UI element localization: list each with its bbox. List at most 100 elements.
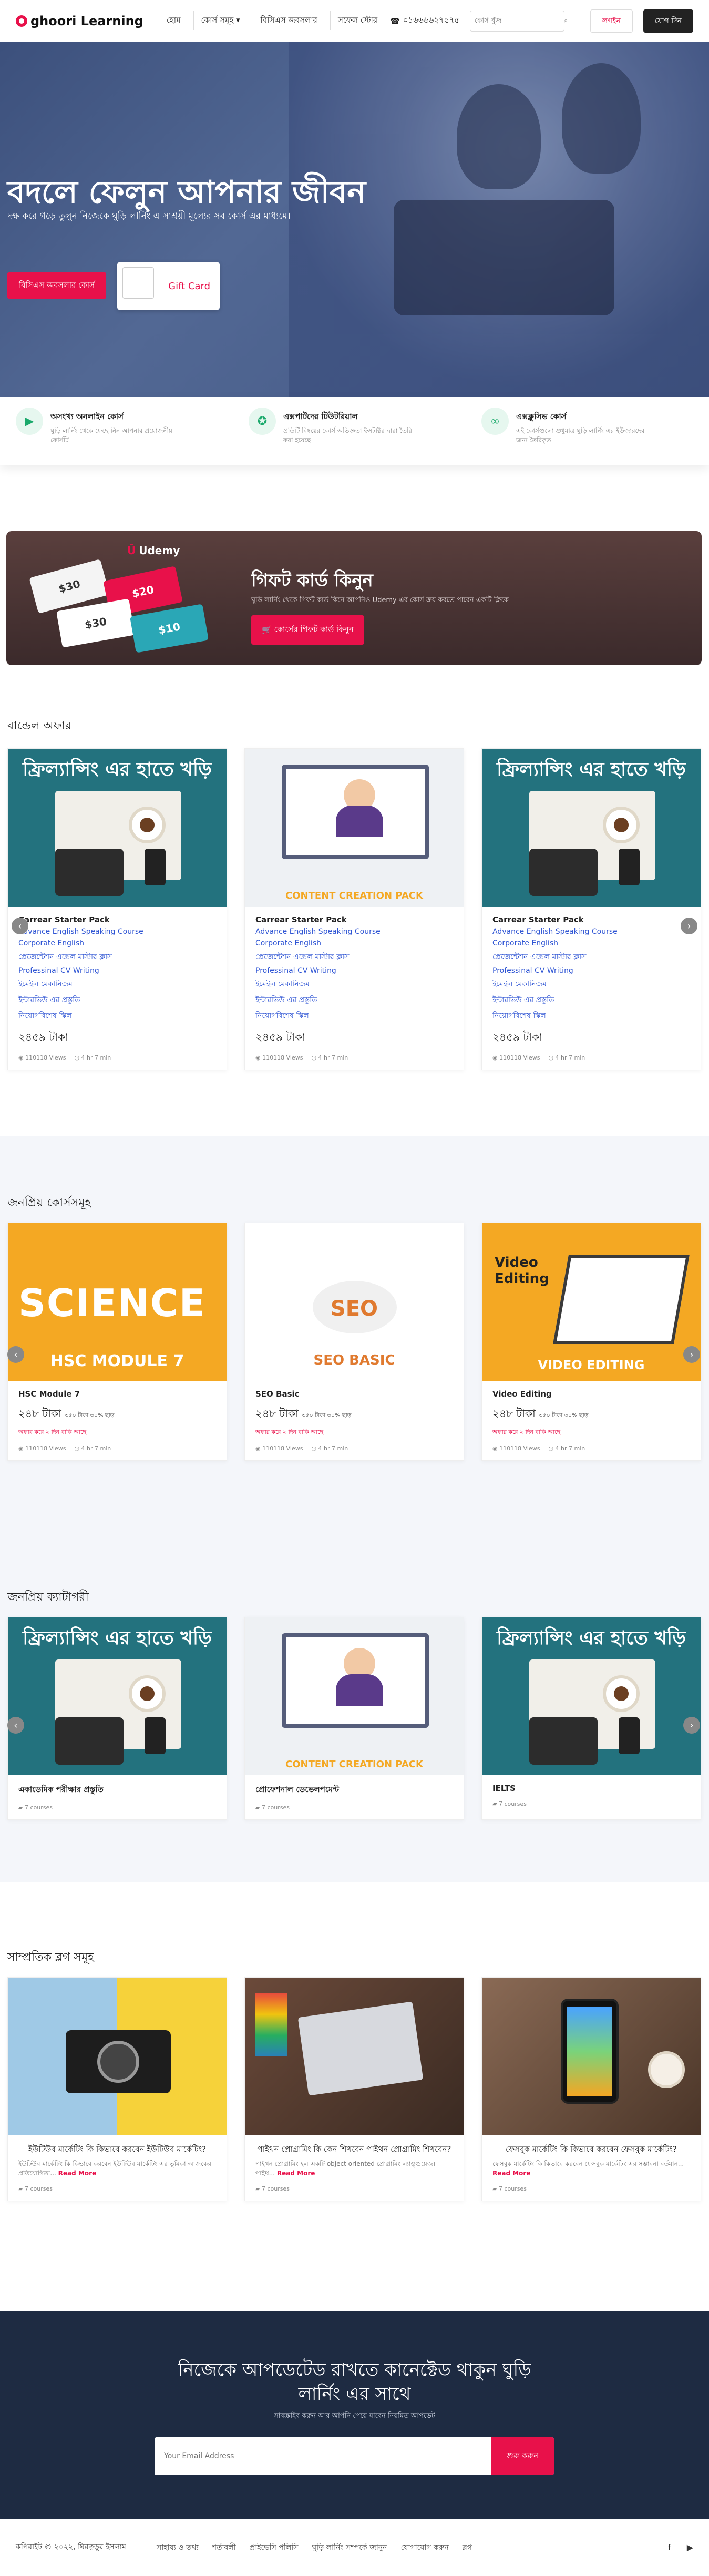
top-navbar: ghoori Learning হোম কোর্স সমূহ ▾ বিসিএস … <box>0 0 709 42</box>
read-more-link[interactable]: Read More <box>58 2170 97 2177</box>
book-icon: ▰ 7 courses <box>492 2185 527 2192</box>
read-more-link[interactable]: Read More <box>277 2170 315 2177</box>
bundle-card[interactable]: CONTENT CREATION PACK Carrear Starter Pa… <box>244 748 464 1070</box>
menu-item-bcs[interactable]: বিসিএস জবসলার <box>252 11 325 30</box>
course-card[interactable]: Video Editing VIDEO EDITING Video Editin… <box>481 1223 701 1461</box>
blog-thumbnail <box>482 1978 701 2135</box>
footer-link-contact[interactable]: যোগাযোগ করুন <box>397 2541 453 2554</box>
footer-link-about[interactable]: ঘুড়ি লার্নিং সম্পর্কে জানুন <box>308 2541 392 2554</box>
color-swatch-illustration <box>255 1993 287 2056</box>
email-field[interactable] <box>155 2437 491 2475</box>
hero-bcs-button[interactable]: বিসিএস জবসলার কোর্স <box>7 272 106 299</box>
eye-icon: ◉ 110118 Views <box>492 1445 540 1452</box>
card-price: ২৪৫৯ টাকা <box>18 1031 68 1043</box>
coffee-icon <box>648 2051 685 2088</box>
footer-link-help[interactable]: সাহায্য ও তথ্য <box>152 2541 203 2554</box>
login-button[interactable]: লগইন <box>590 9 633 33</box>
category-next-arrow[interactable]: › <box>683 1717 700 1734</box>
bundle-bullet: নিয়োগবিশেষ স্কিল <box>18 1012 72 1020</box>
search-box: ⌕ <box>470 10 568 32</box>
search-icon[interactable]: ⌕ <box>564 17 568 25</box>
bundle-bullet: ইন্টারভিউ এর প্রস্তুতি <box>492 996 554 1004</box>
category-prev-arrow[interactable]: ‹ <box>7 1717 24 1734</box>
feature-title: অসংখ্য অনলাইন কোর্স <box>50 412 124 421</box>
blog-card[interactable]: পাইথন প্রোগ্রামিং কি কেন শিখবেন পাইথন প্… <box>244 1977 464 2201</box>
bundle-bullet: Professinal CV Writing <box>492 966 573 975</box>
bundle-card-thumbnail: CONTENT CREATION PACK <box>245 749 464 907</box>
youtube-icon[interactable]: ▶ <box>687 2542 693 2552</box>
feature-strip: ▶ অসংখ্য অনলাইন কোর্স ঘুড়ি লার্নিং থেকে … <box>0 397 709 465</box>
thumb-art-subtext: VIDEO EDITING <box>538 1358 645 1372</box>
main-menu: হোম কোর্স সমূহ ▾ বিসিএস জবসলার সফেল স্টো… <box>159 11 385 30</box>
card-title: প্রোফেশনাল ডেভেলপমেন্ট <box>255 1785 340 1794</box>
smartphone-illustration <box>561 1999 619 2104</box>
desk-illustration <box>55 1659 181 1765</box>
category-card[interactable]: ফ্রিল্যান্সিং এর হাতে খড়ি একাডেমিক পরীক… <box>7 1617 227 1820</box>
tablet-icon <box>529 1717 598 1765</box>
coffee-icon <box>129 807 166 843</box>
bundle-next-arrow[interactable]: › <box>681 918 697 934</box>
category-cards: ফ্রিল্যান্সিং এর হাতে খড়ি একাডেমিক পরীক… <box>7 1617 702 1820</box>
footer-link-privacy[interactable]: প্রাইভেসি পলিসি <box>245 2541 303 2554</box>
infinity-icon: ∞ <box>481 408 509 435</box>
phone-icon <box>145 1717 166 1754</box>
popular-next-arrow[interactable]: › <box>683 1346 700 1363</box>
offer-note: অফার করে ২ দিন বাকি আছে <box>255 1429 324 1435</box>
logo[interactable]: ghoori Learning <box>16 14 143 28</box>
join-button[interactable]: যোগ দিন <box>643 9 693 33</box>
bundle-prev-arrow[interactable]: ‹ <box>12 918 28 934</box>
eye-icon: ◉ 110118 Views <box>255 1445 303 1452</box>
blog-card[interactable]: ইউটিউব মার্কেটিং কি কিভাবে করবেন ইউটিউব … <box>7 1977 227 2201</box>
menu-item-home[interactable]: হোম <box>159 11 188 30</box>
footer-links: সাহায্য ও তথ্য শর্তাবলী প্রাইভেসি পলিসি … <box>152 2541 476 2554</box>
read-more-link[interactable]: Read More <box>492 2170 531 2177</box>
bundle-bullet: ইমেইল মেকানিজম <box>18 980 73 989</box>
search-input[interactable] <box>475 17 564 25</box>
desk-illustration <box>529 1659 655 1765</box>
buy-gift-card-button[interactable]: 🛒 কোর্সের গিফট কার্ড কিনুন <box>251 615 364 645</box>
old-price: ৩৫০ টাকা ৩০% ছাড় <box>302 1412 352 1419</box>
phone-label: ০১৬৬৬৬২৭৫৭৫ <box>403 15 460 25</box>
newsletter-form: শুরু করুন <box>155 2437 554 2475</box>
copyright: কপিরাইট © ২০২২, ঘিরত্নড়ুর ইসলাম <box>16 2543 126 2551</box>
footer-link-label: প্রাইভেসি পলিসি <box>249 2543 299 2552</box>
views-count: 110118 Views <box>262 1445 303 1452</box>
bundle-bullet: ইমেইল মেকানিজম <box>492 980 547 989</box>
menu-item-courses[interactable]: কোর্স সমূহ ▾ <box>193 11 248 30</box>
bundle-bullet: Corporate English <box>255 939 321 948</box>
bundle-bullet: Professinal CV Writing <box>255 966 336 975</box>
bundle-card[interactable]: ফ্রিল্যান্সিং এর হাতে খড়ি Carrear Start… <box>7 748 227 1070</box>
course-card[interactable]: SEO SEO BASIC SEO Basic ২৪৮ টাকা ৩৫০ টাক… <box>244 1223 464 1461</box>
course-card[interactable]: SCIENCE HSC MODULE 7 HSC Module 7 ২৪৮ টা… <box>7 1223 227 1461</box>
udemy-logo-icon: Ū <box>127 544 136 557</box>
logo-text: ghoori Learning <box>30 13 143 28</box>
card-price: ২৪৫৯ টাকা <box>492 1031 542 1043</box>
creator-body <box>336 1674 383 1706</box>
card-title: HSC Module 7 <box>18 1389 80 1399</box>
phone-number[interactable]: ☎ ০১৬৬৬৬২৭৫৭৫ <box>390 14 459 27</box>
laptop-illustration <box>553 1255 690 1344</box>
subscribe-button[interactable]: শুরু করুন <box>491 2437 554 2475</box>
feature-item: ∞ এক্সক্লুসিভ কোর্স এই কোর্সগুলো শুধুমাত্… <box>471 408 704 455</box>
facebook-icon[interactable]: f <box>668 2542 671 2552</box>
feature-desc: ঘুড়ি লার্নিং থেকে ফেছে নিন আপনার প্রয়ো… <box>50 427 172 444</box>
feature-desc: এই কোর্সগুলো শুধুমাত্র ঘুড়ি লার্নিং এর … <box>516 427 645 444</box>
category-card[interactable]: ফ্রিল্যান্সিং এর হাতে খড়ি IELTS ▰ 7 cou… <box>481 1617 701 1820</box>
hero-gift-card[interactable]: Gift Card <box>117 262 220 310</box>
blog-card[interactable]: ফেসবুক মার্কেটিং কি কিভাবে করবেন ফেসবুক … <box>481 1977 701 2201</box>
camera-illustration <box>66 2030 171 2093</box>
bundle-card[interactable]: ফ্রিল্যান্সিং এর হাতে খড়ি Carrear Start… <box>481 748 701 1070</box>
thumb-art-text: Video Editing <box>495 1255 549 1287</box>
video-icon: ▶ <box>16 408 43 435</box>
hero-section: বদলে ফেলুন আপনার জীবন দক্ষ করে গড়ে তুলু… <box>0 42 709 397</box>
footer-link-terms[interactable]: শর্তাবলী <box>208 2541 240 2554</box>
blog-cards: ইউটিউব মার্কেটিং কি কিভাবে করবেন ইউটিউব … <box>7 1977 702 2201</box>
clock-icon: ◷ 4 hr 7 min <box>548 1445 585 1452</box>
footer-link-blog[interactable]: ব্লগ <box>458 2541 476 2554</box>
popular-prev-arrow[interactable]: ‹ <box>7 1346 24 1363</box>
menu-item-store[interactable]: সফেল স্টোর <box>330 11 385 30</box>
category-card[interactable]: CONTENT CREATION PACK প্রোফেশনাল ডেভেলপম… <box>244 1617 464 1820</box>
bundle-bullet: Advance English Speaking Course <box>492 928 618 936</box>
views-count: 110118 Views <box>25 1445 66 1452</box>
book-icon: ▰ 7 courses <box>255 1804 290 1811</box>
